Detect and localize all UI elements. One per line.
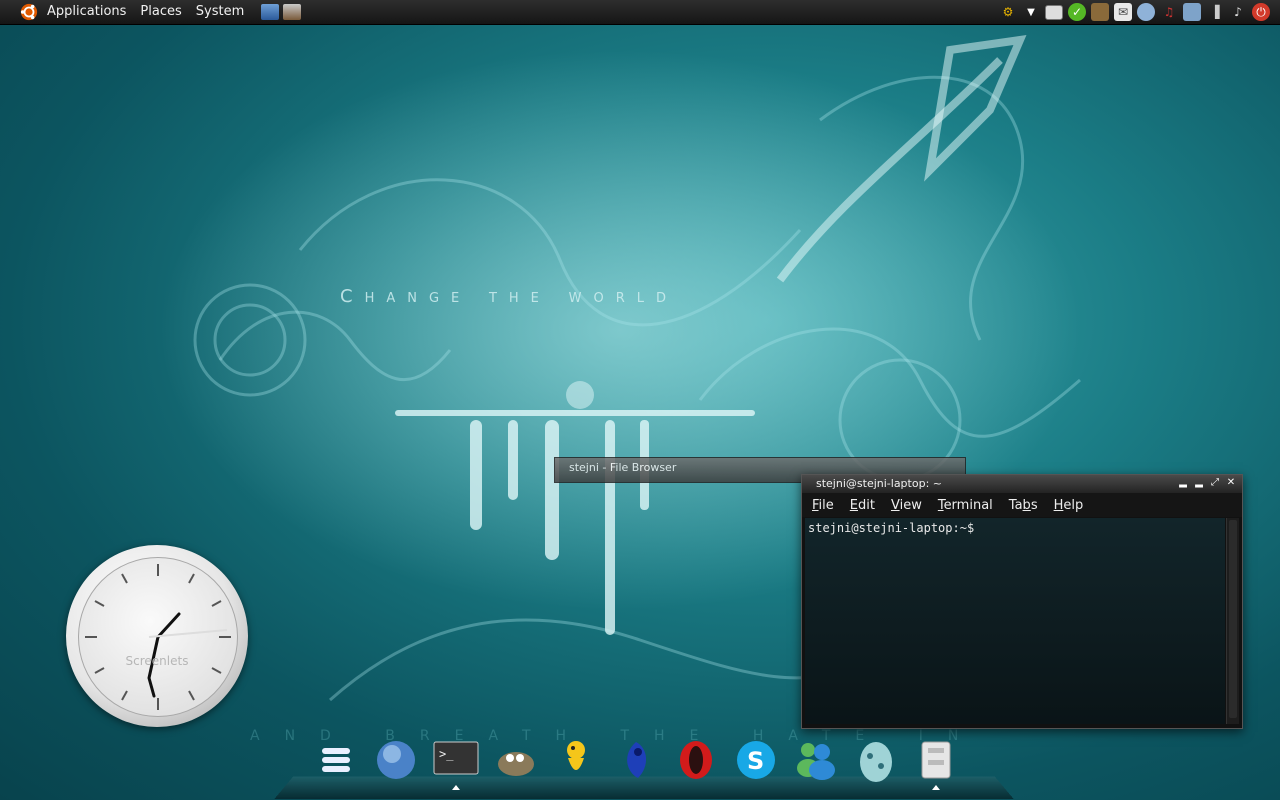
shade-icon[interactable]: ▂ [1194,477,1204,489]
maximize-icon[interactable]: ⤢ [1210,477,1220,489]
keyboard-icon[interactable]: ⚙ [999,3,1017,21]
window-controls: ▂ ▂ ⤢ ✕ [1178,477,1236,489]
terminal-window[interactable]: stejni@stejni-laptop: ~ ▂ ▂ ⤢ ✕ File Edi… [801,474,1243,729]
applications-menu[interactable]: Applications [40,0,133,24]
top-panel: Applications Places System ⚙ ▼ ✓ ✉ ♫ ▐ ♪… [0,0,1280,25]
web-browser-icon[interactable] [372,736,420,784]
gimp-icon[interactable] [492,736,540,784]
screenshot-icon[interactable] [283,4,302,20]
terminal-titlebar[interactable]: stejni@stejni-laptop: ~ ▂ ▂ ⤢ ✕ [802,475,1242,493]
terminal-prompt: stejni@stejni-laptop:~$ [808,521,975,535]
clock-screenlet[interactable]: Screenlets [66,545,248,727]
messenger-icon[interactable] [792,736,840,784]
menu-help[interactable]: Help [1048,498,1090,513]
close-icon[interactable]: ✕ [1226,477,1236,489]
dock: >_ S [312,736,960,790]
terminal-icon[interactable]: >_ [432,736,480,790]
chevron-down-icon[interactable]: ▼ [1022,3,1040,21]
network-icon[interactable] [1183,3,1201,21]
places-menu[interactable]: Places [133,0,188,24]
display-icon[interactable] [1045,4,1063,20]
running-indicator [452,785,460,790]
wallpaper-title: Change the world [340,286,678,307]
egg-icon[interactable] [852,736,900,784]
pidgin-icon[interactable]: ✓ [1068,3,1086,21]
music-icon[interactable]: ♫ [1160,3,1178,21]
running-indicator [932,785,940,790]
terminal-scrollbar[interactable] [1226,518,1239,724]
menu-file[interactable]: File [806,498,840,513]
clock-face [78,557,238,717]
menu-edit[interactable]: Edit [844,498,881,513]
pidgin-icon[interactable] [552,736,600,784]
system-tray: ⚙ ▼ ✓ ✉ ♫ ▐ ♪ ⏻ [999,3,1270,21]
svg-text:>_: >_ [439,747,454,761]
volume-icon[interactable]: ♪ [1229,3,1247,21]
mail-icon[interactable]: ✉ [1114,3,1132,21]
clock-label: Screenlets [125,654,189,668]
system-menu[interactable]: System [189,0,251,24]
menu-terminal[interactable]: Terminal [932,498,999,513]
terminal-title: stejni@stejni-laptop: ~ [816,477,942,490]
scrollbar-thumb[interactable] [1229,520,1237,718]
games-icon[interactable] [612,736,660,784]
files-icon[interactable] [912,736,960,790]
network-tool-icon[interactable] [261,4,280,20]
monitor-icon[interactable] [1091,3,1109,21]
signal-icon[interactable]: ▐ [1206,3,1224,21]
opera-icon[interactable] [672,736,720,784]
svg-text:S: S [747,747,764,775]
skype-icon[interactable]: S [732,736,780,784]
clock-ticks [85,564,231,710]
terminal-body[interactable]: stejni@stejni-laptop:~$ [805,518,1225,724]
terminal-menubar: File Edit View Terminal Tabs Help [802,493,1242,517]
main-menu: Applications Places System [40,0,251,24]
minimize-icon[interactable]: ▂ [1178,477,1188,489]
menu-icon[interactable] [312,736,360,784]
file-browser-title: stejni - File Browser [569,461,677,474]
menu-tabs[interactable]: Tabs [1003,498,1044,513]
power-icon[interactable]: ⏻ [1252,3,1270,21]
ubuntu-logo-icon[interactable] [20,3,38,21]
user-icon[interactable] [1137,3,1155,21]
menu-view[interactable]: View [885,498,928,513]
